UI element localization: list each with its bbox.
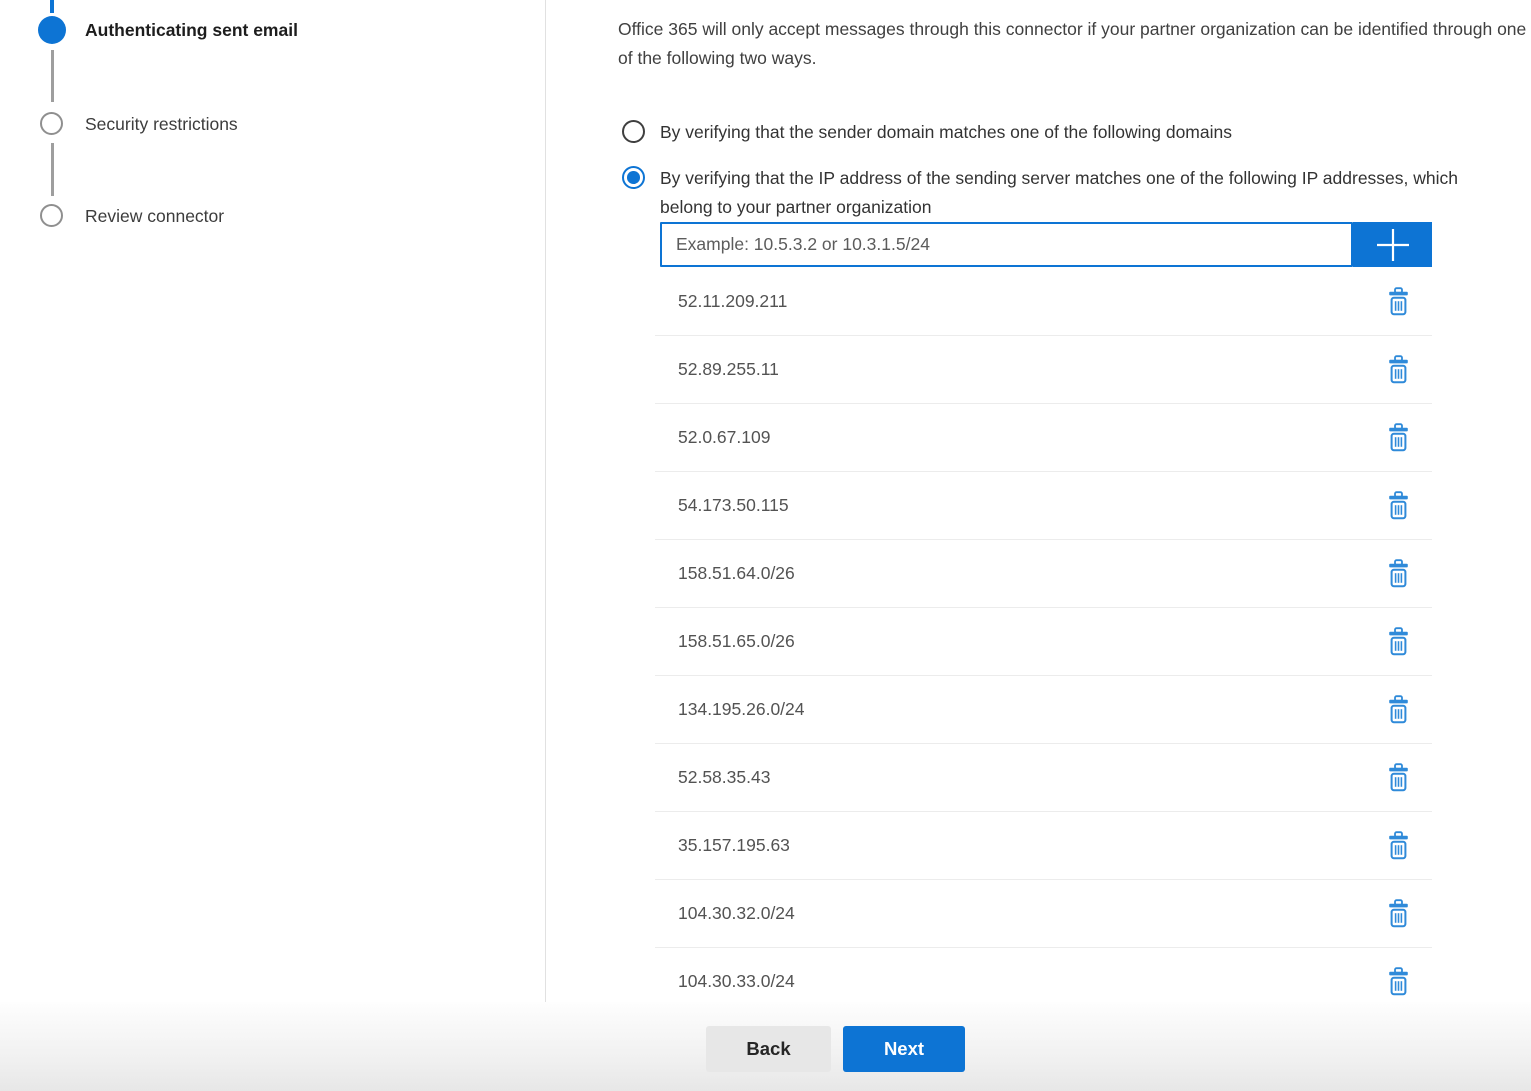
step-rail-connector xyxy=(51,50,54,102)
step-security-restrictions[interactable]: Security restrictions xyxy=(85,113,238,136)
plus-icon xyxy=(1375,227,1411,263)
radio-selected-icon[interactable] xyxy=(622,166,645,189)
delete-ip-button[interactable] xyxy=(1387,763,1410,792)
ip-row: 158.51.65.0/26 xyxy=(655,608,1432,676)
ip-row: 52.11.209.211 xyxy=(655,268,1432,336)
step-active-dot xyxy=(38,16,66,44)
radio-unselected-icon[interactable] xyxy=(622,120,645,143)
delete-ip-button[interactable] xyxy=(1387,559,1410,588)
radio-option-label: By verifying that the sender domain matc… xyxy=(660,119,1232,145)
ip-address-value: 52.0.67.109 xyxy=(655,427,1387,448)
radio-option-ip-address[interactable]: By verifying that the IP address of the … xyxy=(622,164,1492,221)
delete-ip-button[interactable] xyxy=(1387,355,1410,384)
step-upcoming-dot xyxy=(40,112,63,135)
trash-icon xyxy=(1387,491,1410,520)
trash-icon xyxy=(1387,355,1410,384)
ip-address-list: 52.11.209.211 52.89.255.11 xyxy=(655,268,1432,1016)
ip-address-value: 52.11.209.211 xyxy=(655,291,1387,312)
ip-row: 52.89.255.11 xyxy=(655,336,1432,404)
ip-address-value: 104.30.33.0/24 xyxy=(655,971,1387,992)
ip-address-value: 104.30.32.0/24 xyxy=(655,903,1387,924)
delete-ip-button[interactable] xyxy=(1387,695,1410,724)
ip-address-value: 134.195.26.0/24 xyxy=(655,699,1387,720)
trash-icon xyxy=(1387,899,1410,928)
ip-address-value: 52.89.255.11 xyxy=(655,359,1387,380)
ip-address-value: 35.157.195.63 xyxy=(655,835,1387,856)
back-button[interactable]: Back xyxy=(706,1026,831,1072)
trash-icon xyxy=(1387,559,1410,588)
step-rail-connector xyxy=(51,143,54,196)
ip-row: 104.30.32.0/24 xyxy=(655,880,1432,948)
ip-row: 134.195.26.0/24 xyxy=(655,676,1432,744)
ip-address-value: 52.58.35.43 xyxy=(655,767,1387,788)
ip-row: 52.0.67.109 xyxy=(655,404,1432,472)
wizard-footer: Back Next xyxy=(0,1002,1531,1091)
step-review-connector[interactable]: Review connector xyxy=(85,205,224,228)
delete-ip-button[interactable] xyxy=(1387,967,1410,996)
ip-row: 158.51.64.0/26 xyxy=(655,540,1432,608)
delete-ip-button[interactable] xyxy=(1387,899,1410,928)
ip-address-input[interactable] xyxy=(660,222,1353,267)
next-button[interactable]: Next xyxy=(843,1026,965,1072)
trash-icon xyxy=(1387,695,1410,724)
ip-address-value: 158.51.64.0/26 xyxy=(655,563,1387,584)
trash-icon xyxy=(1387,627,1410,656)
ip-address-value: 158.51.65.0/26 xyxy=(655,631,1387,652)
ip-row: 35.157.195.63 xyxy=(655,812,1432,880)
add-ip-button[interactable] xyxy=(1353,222,1432,267)
radio-option-sender-domain[interactable]: By verifying that the sender domain matc… xyxy=(622,118,1232,145)
wizard-sidebar: Authenticating sent email Security restr… xyxy=(0,0,546,1002)
ip-row: 52.58.35.43 xyxy=(655,744,1432,812)
ip-row: 54.173.50.115 xyxy=(655,472,1432,540)
trash-icon xyxy=(1387,831,1410,860)
trash-icon xyxy=(1387,763,1410,792)
radio-option-label: By verifying that the IP address of the … xyxy=(660,164,1492,221)
delete-ip-button[interactable] xyxy=(1387,627,1410,656)
step-authenticating-sent-email[interactable]: Authenticating sent email xyxy=(85,19,298,42)
step-upcoming-dot xyxy=(40,204,63,227)
trash-icon xyxy=(1387,287,1410,316)
trash-icon xyxy=(1387,967,1410,996)
trash-icon xyxy=(1387,423,1410,452)
delete-ip-button[interactable] xyxy=(1387,491,1410,520)
delete-ip-button[interactable] xyxy=(1387,287,1410,316)
page-description: Office 365 will only accept messages thr… xyxy=(618,15,1531,72)
delete-ip-button[interactable] xyxy=(1387,831,1410,860)
step-rail-top-segment xyxy=(50,0,54,13)
delete-ip-button[interactable] xyxy=(1387,423,1410,452)
ip-address-value: 54.173.50.115 xyxy=(655,495,1387,516)
